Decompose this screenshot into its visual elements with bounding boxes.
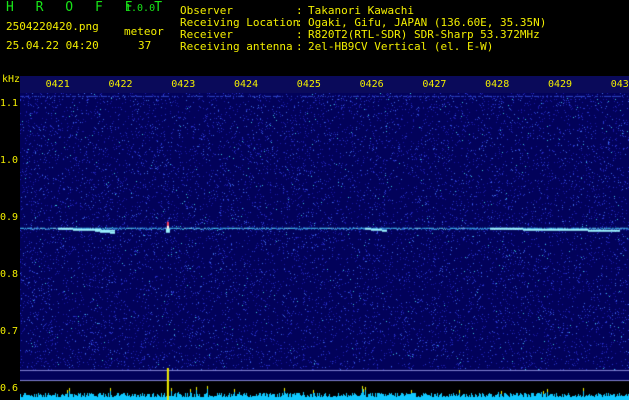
x-tick-label: 0426 [359,79,384,90]
x-tick-label: 0429 [547,79,573,90]
spectrogram-plot[interactable] [20,93,629,400]
x-tick-label: 0427 [422,79,447,90]
y-axis-strip [0,76,20,400]
y-tick-label: 0.9 [0,212,19,224]
y-tick-label: 0.7 [0,325,19,337]
meteor-label: meteor [124,25,164,38]
meteor-count: 37 [138,39,152,52]
x-tick-label: 0428 [485,79,510,90]
y-unit-label: kHz [2,74,21,85]
y-tick-label: 1.0 [0,155,19,167]
file-name: 2504220420.png [6,20,99,33]
x-tick-label: 0430 [610,79,629,90]
x-tick-label: 0422 [108,79,133,90]
x-tick-label: 0424 [234,79,259,90]
x-tick-label: 0425 [296,79,321,90]
app-version: 1.0.0 [125,3,156,14]
antenna-colon: : [296,40,303,53]
y-tick-label: 1.1 [0,98,19,110]
x-tick-label: 0421 [45,79,70,90]
antenna-label: Receiving antenna [180,40,293,53]
antenna-value: 2el-HB9CV Vertical (el. E-W) [308,40,494,53]
timestamp: 25.04.22 04:20 [6,39,99,52]
spectrogram-canvas[interactable] [20,93,629,400]
y-tick-label: 0.8 [0,268,19,280]
x-tick-label: 0423 [171,79,196,90]
header-panel: H R O F F T 1.0.0 2504220420.png meteor … [0,0,629,76]
y-tick-label: 0.6 [0,382,19,394]
